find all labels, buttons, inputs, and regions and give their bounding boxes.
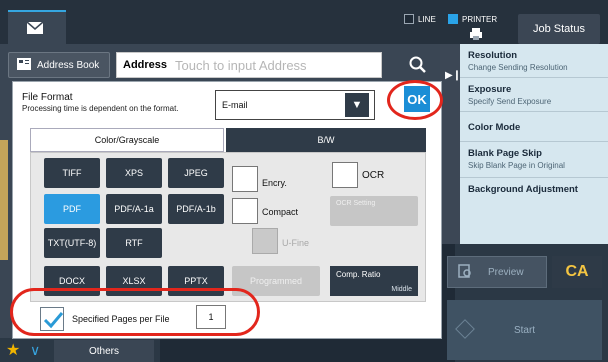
ok-highlight-ring: [387, 80, 443, 120]
blank-page-skip-subtitle: Skip Blank Page in Original: [468, 161, 565, 170]
chevron-down-icon[interactable]: ∨: [30, 342, 40, 359]
ufine-label: U-Fine: [282, 238, 310, 248]
printer-icon: [470, 27, 486, 45]
format-jpeg-button[interactable]: JPEG: [168, 158, 224, 188]
line-label: LINE: [418, 15, 436, 24]
star-icon[interactable]: ★: [6, 340, 20, 360]
ocr-setting-button[interactable]: OCR Setting: [330, 196, 418, 226]
format-select-value: E-mail: [222, 100, 248, 110]
tab-bw[interactable]: B/W: [226, 128, 426, 152]
line-checkbox[interactable]: [404, 14, 414, 24]
dropdown-arrow-icon[interactable]: ▼: [345, 93, 369, 117]
color-mode-title: Color Mode: [468, 122, 521, 133]
preview-icon: [458, 263, 472, 281]
scan-mode-tab[interactable]: [8, 10, 66, 44]
resolution-subtitle: Change Sending Resolution: [468, 63, 568, 72]
clear-all-button[interactable]: CA: [552, 256, 602, 288]
compact-checkbox[interactable]: [232, 198, 258, 224]
right-options-panel: Resolution Change Sending Resolution Exp…: [460, 44, 608, 244]
file-format-title: File Format: [22, 92, 73, 103]
compression-ratio-value: Middle: [391, 286, 412, 293]
compact-label: Compact: [262, 207, 299, 217]
blank-page-skip-item[interactable]: Blank Page Skip Skip Blank Page in Origi…: [460, 142, 608, 178]
ocr-label: OCR: [362, 170, 385, 181]
resolution-title: Resolution: [468, 50, 518, 61]
preview-button[interactable]: Preview: [447, 256, 547, 288]
search-icon: [409, 56, 426, 73]
panel-collapse-icon[interactable]: ▶❙: [445, 70, 461, 81]
compression-ratio-button[interactable]: Comp. Ratio Middle: [330, 266, 418, 296]
address-book-label: Address Book: [37, 59, 100, 71]
encrypt-checkbox[interactable]: [232, 166, 258, 192]
exposure-title: Exposure: [468, 84, 512, 95]
format-pdfa1a-button[interactable]: PDF/A-1a: [106, 194, 162, 224]
format-tiff-button[interactable]: TIFF: [44, 158, 100, 188]
encrypt-label: Encry.: [262, 178, 287, 188]
preview-label: Preview: [488, 266, 524, 278]
address-label: Address: [123, 59, 168, 71]
book-icon: [17, 57, 31, 73]
format-pdf-button[interactable]: PDF: [44, 194, 100, 224]
address-book-button[interactable]: Address Book: [8, 52, 110, 78]
search-button[interactable]: [393, 50, 443, 80]
file-format-note: Processing time is dependent on the form…: [22, 104, 179, 113]
underlay-strip: [0, 140, 8, 260]
compression-ratio-label: Comp. Ratio: [336, 270, 381, 279]
format-txt-button[interactable]: TXT(UTF-8): [44, 228, 100, 258]
background-adjustment-item[interactable]: Background Adjustment: [460, 178, 608, 208]
specified-pages-highlight-ring: [10, 288, 260, 336]
ufine-checkbox[interactable]: [252, 228, 278, 254]
printer-checkbox[interactable]: [448, 14, 458, 24]
ocr-checkbox[interactable]: [332, 162, 358, 188]
exposure-item[interactable]: Exposure Specify Send Exposure: [460, 78, 608, 112]
background-adjustment-title: Background Adjustment: [468, 184, 578, 195]
tab-color-grayscale[interactable]: Color/Grayscale: [30, 128, 224, 152]
address-placeholder: Touch to input Address: [175, 57, 307, 73]
envelope-icon: [26, 21, 44, 34]
format-xps-button[interactable]: XPS: [106, 158, 162, 188]
address-input[interactable]: Address Touch to input Address: [116, 52, 382, 78]
resolution-item[interactable]: Resolution Change Sending Resolution: [460, 44, 608, 78]
format-pdfa1b-button[interactable]: PDF/A-1b: [168, 194, 224, 224]
exposure-subtitle: Specify Send Exposure: [468, 97, 552, 106]
others-button[interactable]: Others: [54, 340, 154, 362]
blank-page-skip-title: Blank Page Skip: [468, 148, 542, 159]
top-bar: [0, 0, 608, 44]
job-status-button[interactable]: Job Status: [518, 14, 600, 44]
printer-label: PRINTER: [462, 15, 498, 24]
color-mode-item[interactable]: Color Mode: [460, 112, 608, 142]
format-rtf-button[interactable]: RTF: [106, 228, 162, 258]
